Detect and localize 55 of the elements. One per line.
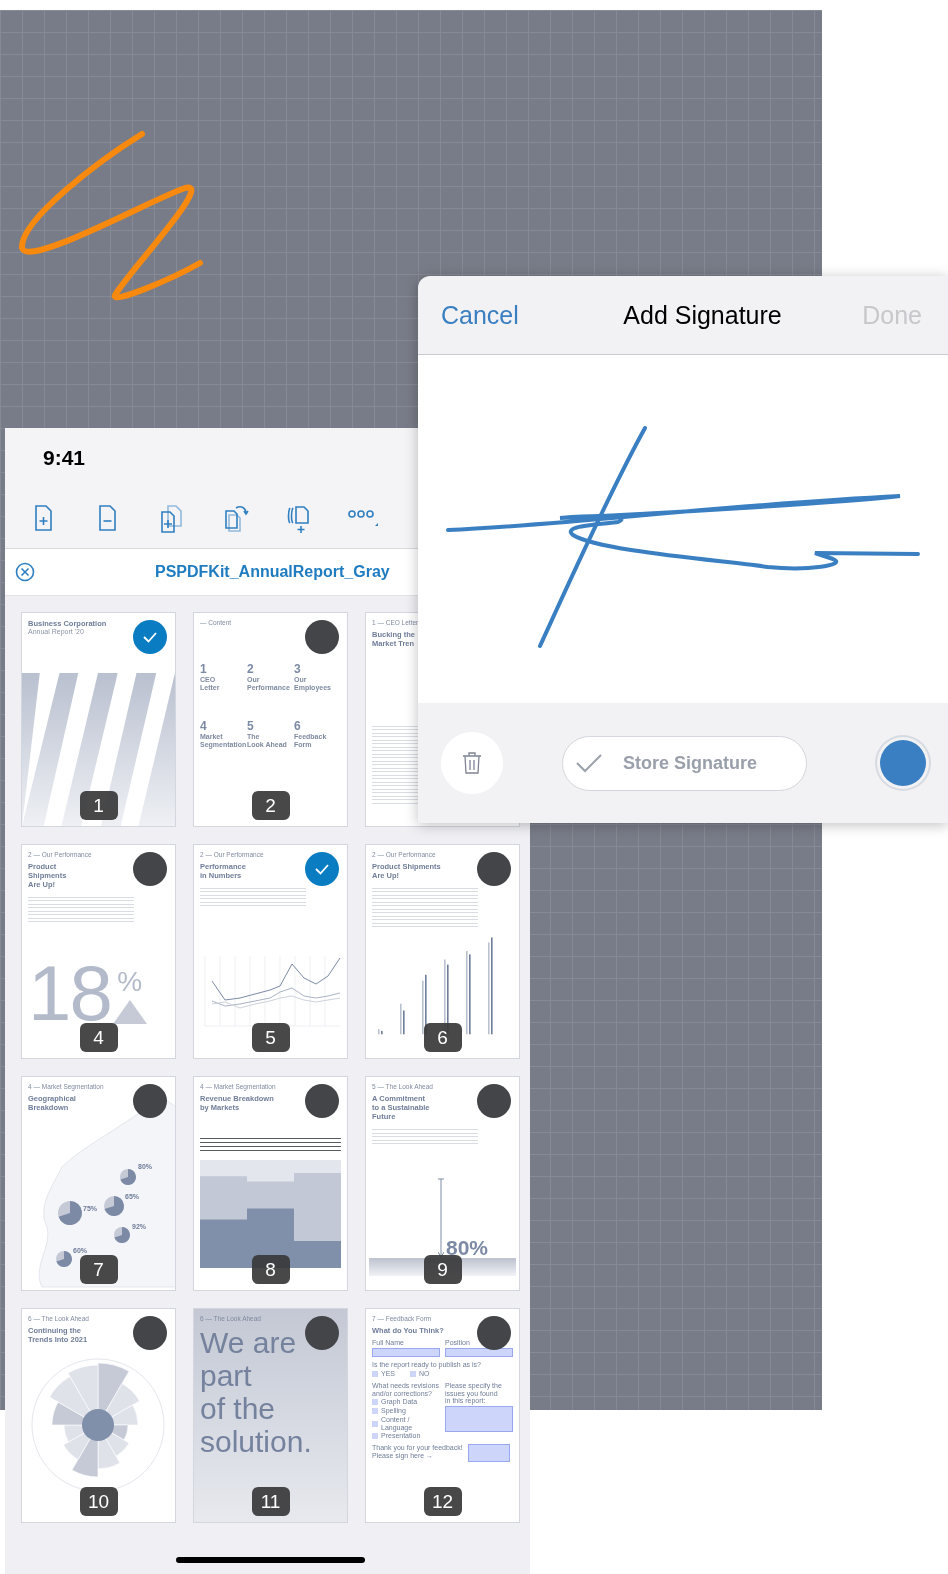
selection-badge[interactable] xyxy=(133,1316,167,1350)
chapter-number: 3 xyxy=(294,662,301,676)
page-number: 12 xyxy=(423,1487,462,1516)
page-number: 1 xyxy=(79,791,118,820)
triangle-icon xyxy=(112,1000,147,1024)
cancel-button[interactable]: Cancel xyxy=(441,300,519,330)
quote-text: We are part of the solution. xyxy=(200,1326,312,1458)
page-number: 8 xyxy=(251,1255,290,1284)
form-checkbox[interactable] xyxy=(372,1433,378,1440)
close-button[interactable] xyxy=(15,562,35,582)
selection-badge[interactable] xyxy=(477,1084,511,1118)
form-field[interactable] xyxy=(372,1347,440,1357)
page-number: 10 xyxy=(79,1487,118,1516)
form-field[interactable] xyxy=(445,1347,513,1357)
page-number: 9 xyxy=(423,1255,462,1284)
signature-field[interactable] xyxy=(467,1443,510,1462)
big-figure: 80% xyxy=(446,1237,489,1258)
form-checkbox[interactable] xyxy=(372,1420,378,1427)
dialog-title: Add Signature xyxy=(623,300,782,330)
trash-icon xyxy=(461,751,483,775)
page-number: 2 xyxy=(251,791,290,820)
chapter-number: 1 xyxy=(200,662,207,676)
chapter-number: 5 xyxy=(247,719,254,734)
big-figure: 18 xyxy=(28,961,111,1024)
page-number: 11 xyxy=(251,1487,290,1516)
status-time: 9:41 xyxy=(43,446,86,470)
page-number: 7 xyxy=(79,1255,118,1284)
page-number: 4 xyxy=(79,1023,118,1052)
selection-badge[interactable] xyxy=(133,620,167,654)
close-icon xyxy=(15,562,35,582)
selection-badge[interactable] xyxy=(305,1316,339,1350)
checkmark-icon xyxy=(575,752,603,774)
page-number: 5 xyxy=(251,1023,290,1052)
page-number: 6 xyxy=(423,1023,462,1052)
selection-badge[interactable] xyxy=(305,852,339,886)
chapter-number: 4 xyxy=(200,719,207,734)
form-checkbox[interactable] xyxy=(372,1407,378,1414)
signature-pad[interactable] xyxy=(418,355,948,703)
selection-badge[interactable] xyxy=(133,1084,167,1118)
selection-badge[interactable] xyxy=(305,1084,339,1118)
document-title: PSPDFKit_AnnualReport_Gray xyxy=(155,563,390,581)
more-icon xyxy=(347,509,379,527)
selection-badge[interactable] xyxy=(477,852,511,886)
form-checkbox[interactable] xyxy=(372,1399,378,1406)
page-thumbnail[interactable] xyxy=(365,1308,520,1523)
form-text-area[interactable] xyxy=(445,1406,513,1433)
selection-badge[interactable] xyxy=(133,852,167,886)
radial-center xyxy=(82,1409,114,1441)
selection-badge[interactable] xyxy=(477,1316,511,1350)
form-checkbox[interactable] xyxy=(410,1371,416,1378)
selection-badge[interactable] xyxy=(305,620,339,654)
percent-sign: % xyxy=(117,968,143,996)
chapter-number: 2 xyxy=(247,662,254,676)
form-checkbox[interactable] xyxy=(372,1371,378,1378)
chapter-number: 6 xyxy=(294,719,301,734)
